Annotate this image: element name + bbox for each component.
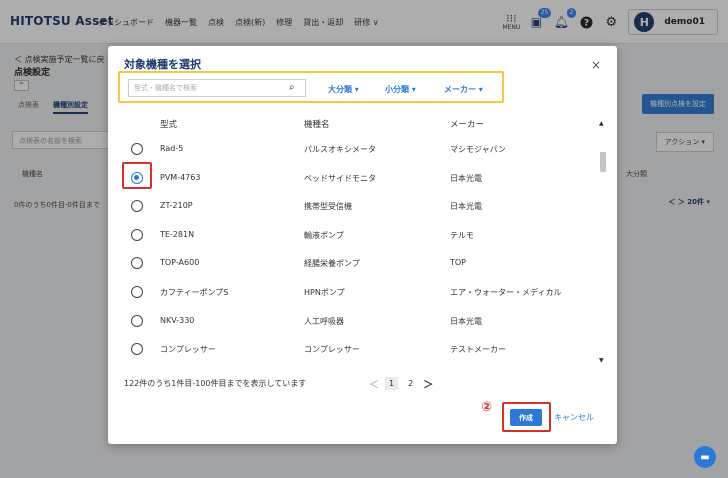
row-radio[interactable] <box>131 200 143 213</box>
maker-dropdown[interactable]: メーカー ▾ <box>444 84 483 95</box>
cell-name: 経腸栄養ポンプ <box>304 259 360 269</box>
cell-maker: テルモ <box>450 230 474 240</box>
search-icon[interactable]: ⌕ <box>289 82 295 93</box>
create-button[interactable]: 作成 <box>510 409 542 426</box>
col-header-name: 機種名 <box>304 120 330 130</box>
cell-model: TOP-A600 <box>160 258 200 268</box>
page-2[interactable]: 2 <box>404 377 417 390</box>
cell-model: PVM-4763 <box>160 172 201 182</box>
next-page-icon[interactable]: ＞ <box>423 376 433 391</box>
cell-model: NKV-330 <box>160 315 195 325</box>
cell-maker: 日本光電 <box>450 173 482 183</box>
pager: ＜ 1 2 ＞ <box>369 376 433 391</box>
row-radio[interactable] <box>131 314 143 327</box>
cell-name: 携帯型受信機 <box>304 202 352 212</box>
step-marker: ② <box>481 400 493 415</box>
cell-maker: 日本光電 <box>450 316 482 326</box>
row-radio[interactable] <box>131 286 143 298</box>
list-item[interactable]: カフティーポンプS HPNポンプ エア・ウォーター・メディカル <box>118 279 590 307</box>
scroll-up-icon[interactable]: ▲ <box>599 120 604 127</box>
prev-page-icon[interactable]: ＜ <box>369 376 379 391</box>
model-list: 型式 機種名 メーカー Rad-5 パルスオキシメータ マシモジャパン PVM-476… <box>118 112 606 366</box>
cell-maker: TOP <box>450 258 467 268</box>
list-item[interactable]: コンプレッサー コンプレッサー テストメーカー <box>118 336 590 364</box>
cell-maker: マシモジャパン <box>450 145 506 154</box>
select-model-dialog: 対象機種を選択 × ⌕ 大分類 ▾ 小分類 ▾ メーカー ▾ 型式 機種名 メー… <box>108 46 617 444</box>
row-radio[interactable] <box>131 228 143 241</box>
col-header-maker: メーカー <box>450 120 485 130</box>
cancel-button[interactable]: キャンセル <box>554 412 594 423</box>
cell-model: Rad-5 <box>160 144 184 153</box>
cell-model: コンプレッサー <box>160 345 216 355</box>
list-item[interactable]: TE-281N 輸液ポンプ テルモ <box>118 222 590 250</box>
row-radio[interactable] <box>131 143 143 155</box>
cell-name: ベッドサイドモニタ <box>304 173 376 183</box>
cell-name: 人工呼吸器 <box>304 316 344 326</box>
row-radio[interactable] <box>131 257 143 270</box>
list-item[interactable]: NKV-330 人工呼吸器 日本光電 <box>118 308 590 336</box>
cell-maker: 日本光電 <box>450 202 482 212</box>
cell-name: パルスオキシメータ <box>304 145 376 154</box>
cell-maker: テストメーカー <box>450 345 506 355</box>
dialog-title: 対象機種を選択 <box>124 58 201 71</box>
cell-name: 輸液ポンプ <box>304 230 344 240</box>
list-item[interactable]: Rad-5 パルスオキシメータ マシモジャパン <box>118 136 590 164</box>
cell-model: ZT-210P <box>160 201 193 211</box>
create-highlight: 作成 <box>502 402 551 432</box>
row-radio[interactable] <box>131 343 143 356</box>
model-search-input[interactable] <box>128 79 306 97</box>
cell-name: HPNポンプ <box>304 288 345 297</box>
filter-highlight: ⌕ 大分類 ▾ 小分類 ▾ メーカー ▾ <box>118 71 504 103</box>
cell-model: TE-281N <box>160 229 195 239</box>
row-radio[interactable] <box>131 171 143 184</box>
col-header-model: 型式 <box>160 120 178 130</box>
category-minor-dropdown[interactable]: 小分類 ▾ <box>385 84 416 95</box>
list-item[interactable]: TOP-A600 経腸栄養ポンプ TOP <box>118 250 590 278</box>
list-item[interactable]: PVM-4763 ベッドサイドモニタ 日本光電 <box>118 161 590 193</box>
cell-name: コンプレッサー <box>304 345 360 355</box>
list-scrollbar[interactable]: ▲ ▼ <box>599 120 607 364</box>
page-1[interactable]: 1 <box>385 377 399 390</box>
close-icon[interactable]: × <box>591 58 601 72</box>
scroll-down-icon[interactable]: ▼ <box>599 357 604 364</box>
category-major-dropdown[interactable]: 大分類 ▾ <box>328 84 359 95</box>
chat-icon[interactable]: ▬ <box>694 446 716 468</box>
cell-maker: エア・ウォーター・メディカル <box>450 288 562 297</box>
cell-model: カフティーポンプS <box>160 288 229 297</box>
scroll-thumb[interactable] <box>600 152 606 172</box>
list-item[interactable]: ZT-210P 携帯型受信機 日本光電 <box>118 193 590 221</box>
list-count-text: 122件のうち1件目-100件目までを表示しています <box>124 379 307 388</box>
